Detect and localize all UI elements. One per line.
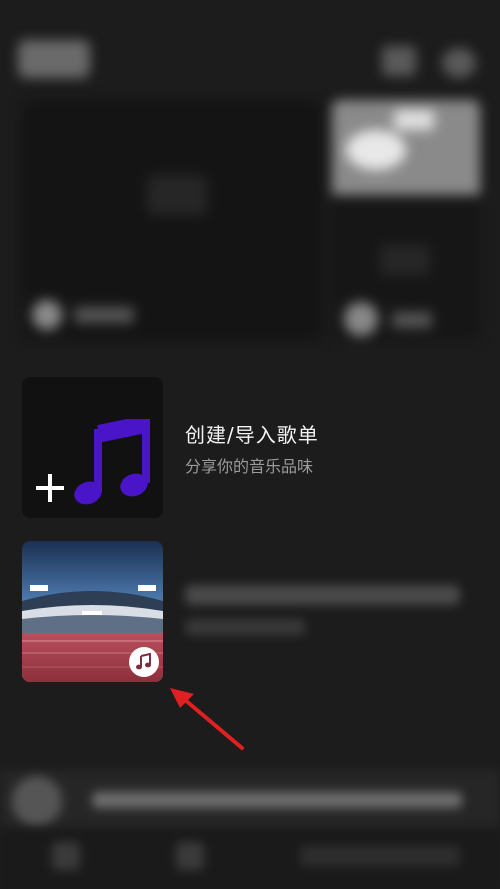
blurred-feature-card[interactable] (22, 100, 322, 340)
blurred-bottom-nav[interactable] (0, 830, 500, 889)
blurred-playlist-name[interactable] (185, 585, 460, 605)
blurred-settings-icon[interactable] (442, 48, 476, 78)
playlist-cover[interactable] (22, 541, 163, 682)
playlist-item[interactable] (22, 541, 480, 683)
music-note-badge-icon (129, 647, 159, 677)
create-playlist-row[interactable]: 创建/导入歌单 分享你的音乐品味 (22, 377, 480, 519)
create-playlist-subtitle: 分享你的音乐品味 (185, 457, 314, 476)
create-playlist-thumbnail[interactable] (22, 377, 163, 518)
blurred-feature-card-right[interactable] (332, 100, 480, 340)
annotation-arrow-icon (170, 688, 244, 750)
blurred-page-title (18, 40, 90, 78)
plus-icon (36, 474, 64, 502)
page: 创建/导入歌单 分享你的音乐品味 (0, 0, 500, 889)
blurred-mini-player[interactable] (0, 770, 500, 830)
music-note-icon (74, 419, 150, 505)
blurred-header-icon[interactable] (382, 46, 416, 76)
blurred-playlist-meta (185, 619, 305, 635)
create-playlist-title[interactable]: 创建/导入歌单 (185, 419, 319, 448)
